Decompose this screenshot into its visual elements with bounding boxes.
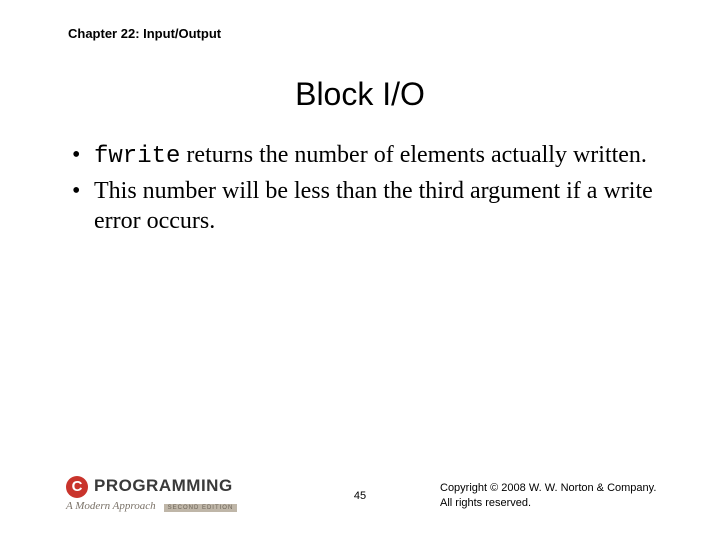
copyright: Copyright © 2008 W. W. Norton & Company.… — [440, 481, 690, 510]
list-item: This number will be less than the third … — [70, 176, 660, 236]
chapter-label: Chapter 22: Input/Output — [68, 26, 221, 41]
bullet-text: returns the number of elements actually … — [180, 142, 647, 168]
copyright-line: Copyright © 2008 W. W. Norton & Company. — [440, 481, 690, 495]
footer: C PROGRAMMING A Modern Approach SECOND E… — [0, 468, 720, 512]
slide-title: Block I/O — [0, 76, 720, 113]
list-item: fwrite returns the number of elements ac… — [70, 140, 660, 172]
copyright-line: All rights reserved. — [440, 496, 690, 510]
slide: Chapter 22: Input/Output Block I/O fwrit… — [0, 0, 720, 540]
bullet-text: This number will be less than the third … — [94, 178, 653, 234]
edition-badge: SECOND EDITION — [164, 504, 238, 512]
bullet-list: fwrite returns the number of elements ac… — [70, 140, 660, 236]
code-fwrite: fwrite — [94, 143, 180, 170]
slide-body: fwrite returns the number of elements ac… — [70, 140, 660, 240]
